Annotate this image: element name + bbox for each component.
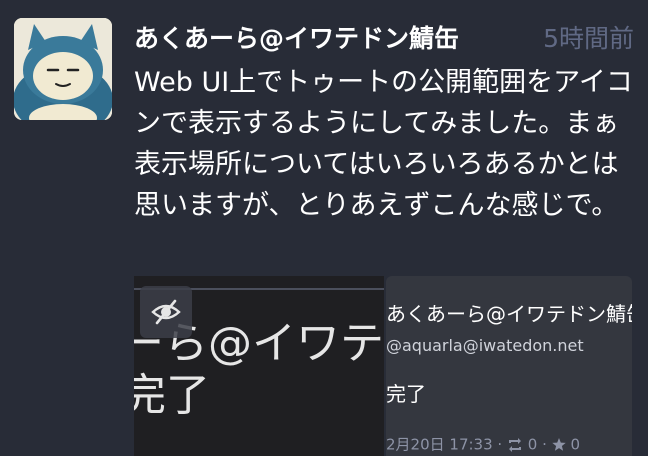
boost-icon <box>508 437 521 452</box>
media-left-text-line2: 完了 <box>134 370 210 421</box>
media-gallery: ーら@イワテド 完了 あくあーら@イワテドン鯖缶 @aquarla@iwated… <box>134 276 632 456</box>
fav-count: 0 <box>570 435 580 454</box>
hide-media-button[interactable] <box>140 286 192 338</box>
display-name[interactable]: あくあーら@イワテドン鯖缶 <box>134 21 516 57</box>
status-card: あくあーら@イワテドン鯖缶 5時間前 Web UI上でトゥートの公開範囲をアイコ… <box>0 0 648 456</box>
media-item-right[interactable]: あくあーら@イワテドン鯖缶 @aquarla@iwatedon.net 完了 2… <box>386 276 632 456</box>
star-icon <box>551 437 566 451</box>
media-right-meta: 2月20日 17:33 · 0 · 0 <box>386 432 580 456</box>
status-header: あくあーら@イワテドン鯖缶 5時間前 <box>134 18 634 62</box>
snorlax-avatar-icon <box>14 18 112 120</box>
media-item-left[interactable]: ーら@イワテド 完了 <box>134 276 384 456</box>
meta-separator: · <box>497 435 503 454</box>
avatar[interactable] <box>14 18 112 120</box>
media-right-text: 完了 <box>386 382 426 406</box>
status-content: Web UI上でトゥートの公開範囲をアイコンで表示するようにしてみました。まぁ表… <box>134 67 633 221</box>
media-right-display-name: あくあーら@イワテドン鯖缶 <box>386 302 632 326</box>
boost-count: 0 <box>527 435 538 454</box>
media-right-time: 2月20日 17:33 <box>386 435 493 454</box>
meta-separator-2: · <box>542 435 547 454</box>
eye-slash-icon <box>151 299 181 325</box>
timestamp[interactable]: 5時間前 <box>543 21 634 57</box>
media-right-handle: @aquarla@iwatedon.net <box>386 336 584 355</box>
